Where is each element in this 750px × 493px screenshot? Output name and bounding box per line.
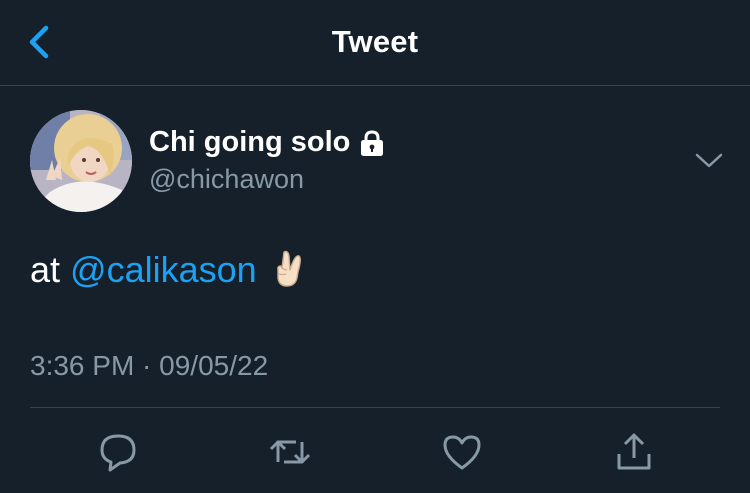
author-display-name[interactable]: Chi going solo xyxy=(149,126,350,159)
like-button[interactable] xyxy=(440,430,484,474)
retweet-button[interactable] xyxy=(268,430,312,474)
reply-button[interactable] xyxy=(96,430,140,474)
lock-icon xyxy=(357,128,387,158)
heart-icon xyxy=(443,435,481,470)
tweet-options-button[interactable] xyxy=(693,148,725,172)
top-bar: Tweet xyxy=(0,0,750,86)
crossed-fingers-emoji xyxy=(271,248,305,288)
author-handle[interactable]: @chichawon xyxy=(149,164,304,195)
mention-link[interactable]: @calikason xyxy=(70,249,257,290)
tweet-text: at @calikason xyxy=(30,248,305,291)
retweet-icon xyxy=(269,440,311,464)
tweet-text-prefix: at xyxy=(30,249,71,290)
divider xyxy=(30,407,720,408)
avatar[interactable] xyxy=(30,110,132,212)
avatar-photo xyxy=(30,110,132,212)
page-title: Tweet xyxy=(331,24,419,59)
share-icon xyxy=(617,433,651,470)
share-button[interactable] xyxy=(612,430,656,474)
reply-icon xyxy=(100,434,136,472)
chevron-down-icon xyxy=(695,153,723,168)
tweet-timestamp: 3:36 PM · 09/05/22 xyxy=(30,350,269,381)
